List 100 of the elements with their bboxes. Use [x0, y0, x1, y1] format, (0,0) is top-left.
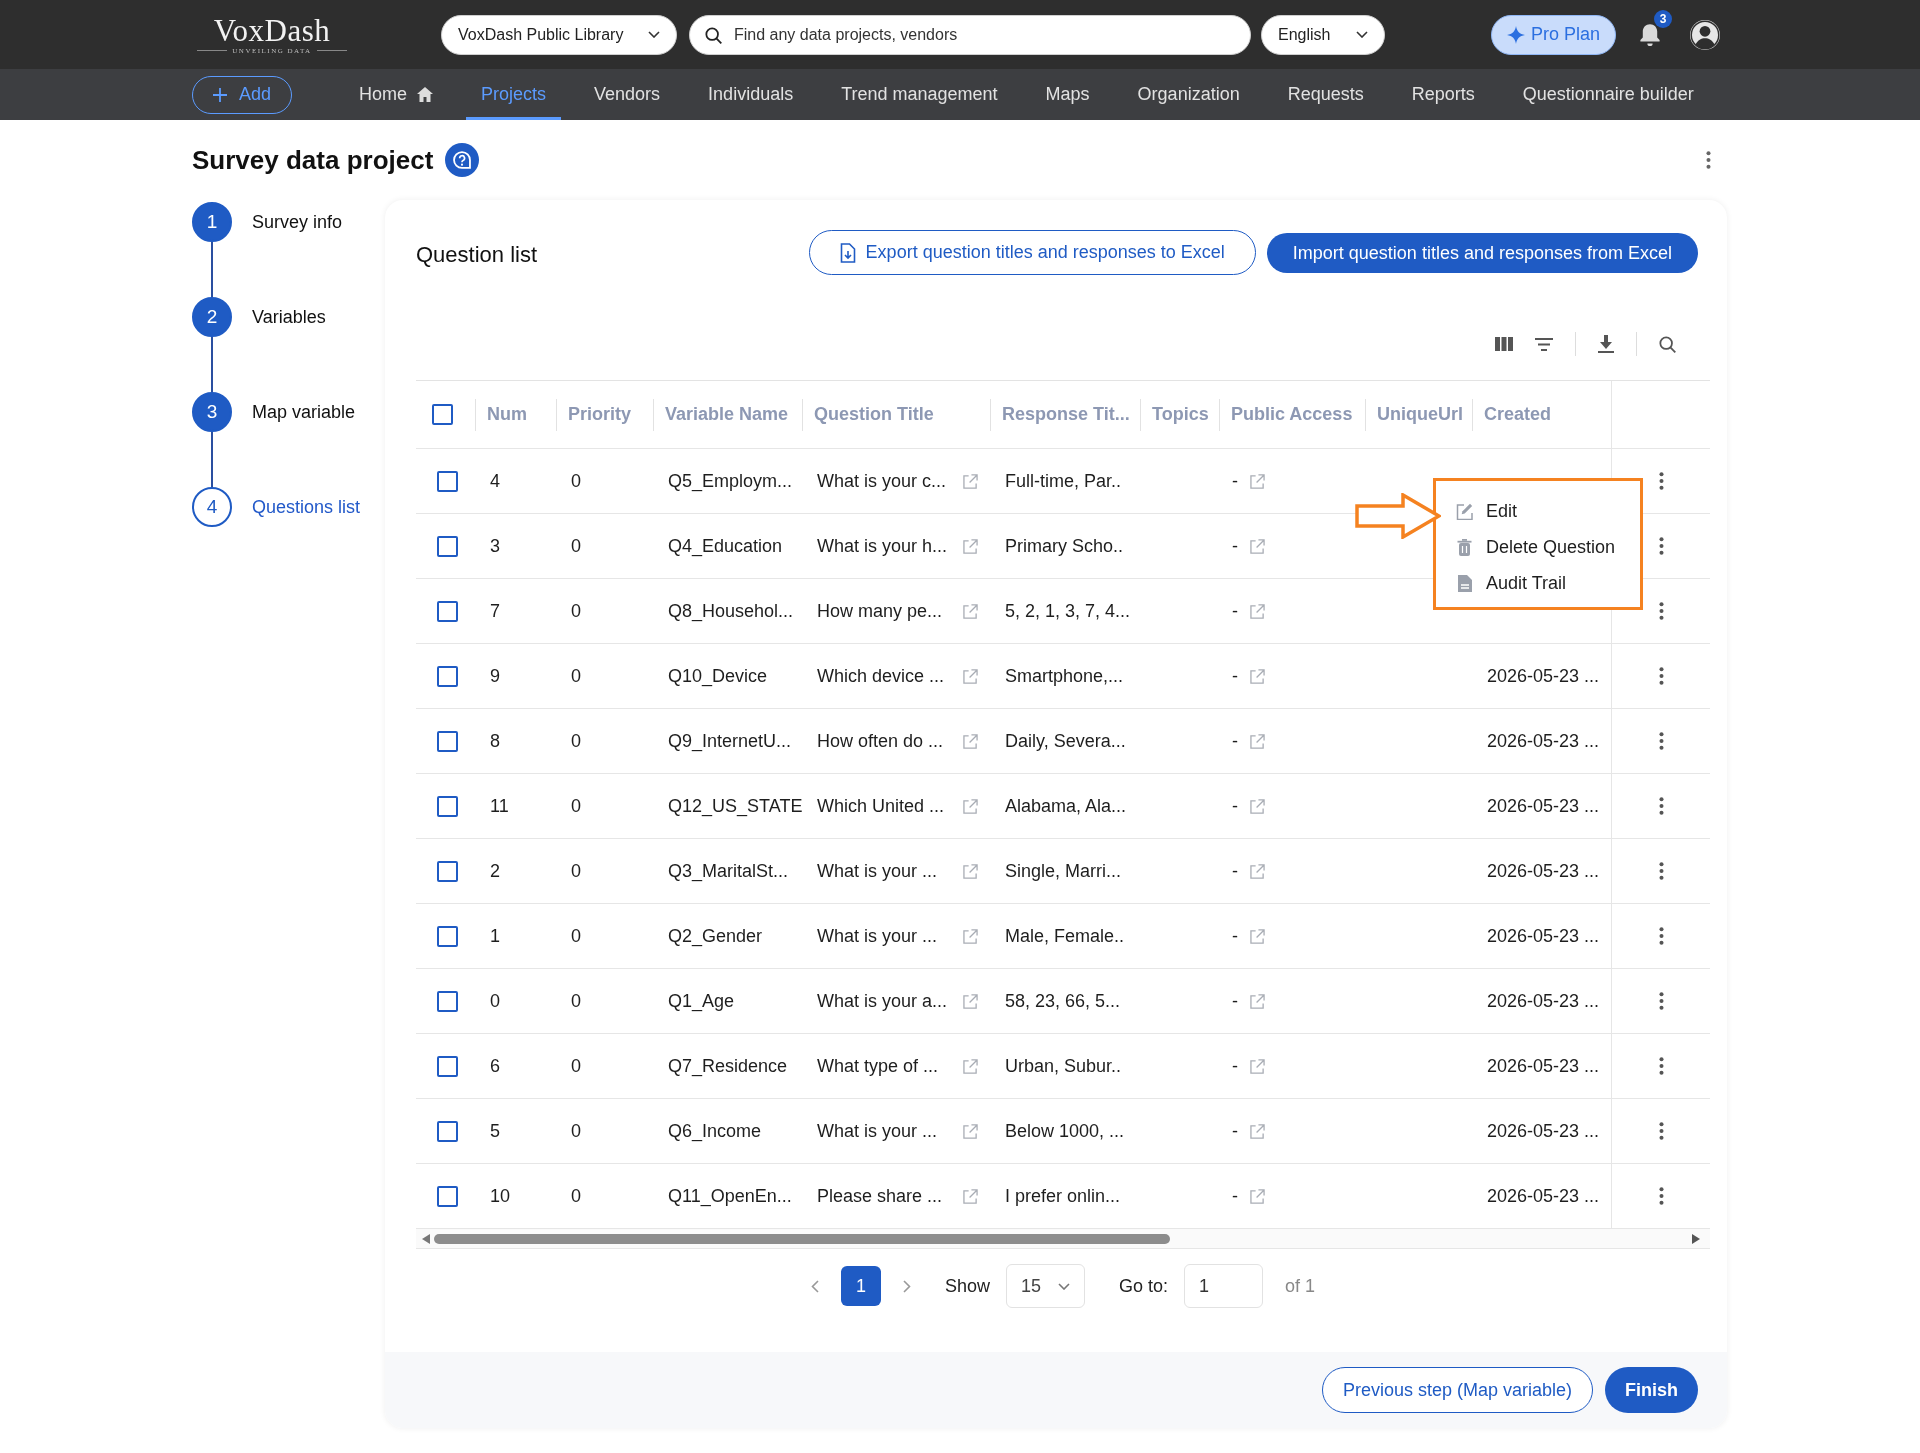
table-cell: Urban, Subur..	[1005, 1055, 1122, 1077]
nav-tab[interactable]: Home	[344, 69, 448, 120]
table-cell: 11	[490, 795, 509, 817]
export-button[interactable]: Export question titles and responses to Excel	[808, 230, 1256, 275]
import-button[interactable]: Import question titles and responses from Excel	[1266, 233, 1698, 273]
sparkle-icon	[1506, 25, 1525, 44]
table-cell: Q11_OpenEn...	[668, 1185, 792, 1207]
checkbox[interactable]	[437, 990, 458, 1012]
step-number[interactable]: 3	[192, 392, 232, 432]
row-actions-icon[interactable]	[1658, 1122, 1664, 1140]
checkbox[interactable]	[437, 470, 458, 492]
step-number[interactable]: 2	[192, 297, 232, 337]
checkbox[interactable]	[437, 665, 458, 687]
nav-tab[interactable]: Projects	[466, 69, 562, 120]
checkbox[interactable]	[437, 925, 458, 947]
nav-tab[interactable]: Individuals	[693, 69, 809, 120]
table-cell: 9	[490, 665, 500, 687]
row-actions-icon[interactable]	[1658, 732, 1664, 750]
step-number[interactable]: 1	[192, 202, 232, 242]
checkbox[interactable]	[437, 1120, 458, 1142]
table-cell: -	[1232, 665, 1238, 687]
table-cell: Male, Female..	[1005, 925, 1125, 947]
nav-tab[interactable]: Requests	[1272, 69, 1379, 120]
checkbox[interactable]	[437, 860, 458, 882]
menu-item[interactable]: Delete Question	[1456, 529, 1640, 565]
menu-item[interactable]: Edit	[1456, 493, 1640, 529]
table-cell: -	[1232, 860, 1238, 882]
row-actions-icon[interactable]	[1658, 1057, 1664, 1075]
library-select[interactable]: VoxDash Public Library	[441, 14, 677, 55]
checkbox[interactable]	[437, 730, 458, 752]
table-cell: Please share ...	[817, 1185, 943, 1207]
row-actions-icon[interactable]	[1658, 472, 1664, 490]
row-actions-icon[interactable]	[1658, 797, 1664, 815]
table-cell: -	[1232, 1120, 1238, 1142]
help-icon[interactable]	[445, 143, 480, 177]
table-cell: 2026-05-23 ...	[1487, 1120, 1600, 1142]
table-cell: 10	[490, 1185, 511, 1207]
checkbox[interactable]	[437, 535, 458, 557]
table-cell: -	[1232, 1185, 1238, 1207]
page-button[interactable]: 1	[840, 1266, 881, 1306]
horizontal-scrollbar[interactable]	[416, 1229, 1710, 1249]
next-page-icon[interactable]	[902, 1279, 911, 1293]
row-actions-icon[interactable]	[1658, 537, 1664, 555]
row-actions-icon[interactable]	[1658, 927, 1664, 945]
table-cell: 2026-05-23 ...	[1487, 665, 1600, 687]
nav-tab[interactable]: Questionnaire builder	[1507, 69, 1709, 120]
goto-field[interactable]: 1	[1184, 1264, 1263, 1308]
row-actions-icon[interactable]	[1658, 602, 1664, 620]
nav-tab[interactable]: Trend management	[826, 69, 1013, 120]
previous-step-button[interactable]: Previous step (Map variable)	[1321, 1367, 1593, 1413]
step-label[interactable]: Survey info	[252, 202, 343, 242]
row-actions-icon[interactable]	[1658, 862, 1664, 880]
table-cell: What is your ...	[817, 1120, 938, 1142]
table-cell: Primary Scho..	[1005, 535, 1124, 557]
row-actions-icon[interactable]	[1658, 992, 1664, 1010]
table-cell: 58, 23, 66, 5...	[1005, 990, 1121, 1012]
previous-page-icon[interactable]	[810, 1279, 819, 1293]
more-options-icon[interactable]	[1706, 151, 1711, 169]
bell-icon[interactable]	[1638, 21, 1662, 48]
table-cell: 2026-05-23 ...	[1487, 925, 1600, 947]
search-field[interactable]: Find any data projects, vendors	[689, 14, 1251, 55]
table-cell: 0	[571, 925, 581, 947]
table-cell: 2026-05-23 ...	[1487, 795, 1600, 817]
table-cell: Alabama, Ala...	[1005, 795, 1127, 817]
language-select[interactable]: English	[1261, 14, 1385, 55]
scroll-left-icon[interactable]	[422, 1233, 430, 1244]
table-cell: 5	[490, 1120, 500, 1142]
checkbox[interactable]	[437, 795, 458, 817]
nav-tab[interactable]: Vendors	[579, 69, 676, 120]
checkbox[interactable]	[432, 404, 453, 425]
download-icon[interactable]	[1598, 335, 1614, 353]
filter-icon[interactable]	[1535, 337, 1553, 351]
scroll-right-icon[interactable]	[1692, 1233, 1700, 1244]
page-title: Survey data project	[192, 144, 434, 176]
row-actions-icon[interactable]	[1658, 667, 1664, 685]
step-number[interactable]: 4	[192, 487, 232, 527]
step-label[interactable]: Questions list	[252, 487, 361, 527]
finish-button[interactable]: Finish	[1605, 1367, 1698, 1413]
checkbox[interactable]	[437, 1055, 458, 1077]
columns-icon[interactable]	[1495, 337, 1513, 351]
table-cell: Q4_Education	[668, 535, 783, 557]
table-cell: How many pe...	[817, 600, 943, 622]
table-cell: -	[1232, 600, 1238, 622]
menu-item[interactable]: Audit Trail	[1456, 565, 1640, 601]
checkbox[interactable]	[437, 1185, 458, 1207]
nav-tab[interactable]: Maps	[1030, 69, 1105, 120]
nav-tab[interactable]: Reports	[1396, 69, 1490, 120]
pro-plan-button[interactable]: Pro Plan	[1491, 14, 1616, 55]
search-icon[interactable]	[1659, 335, 1676, 353]
checkbox[interactable]	[437, 600, 458, 622]
step-label[interactable]: Map variable	[252, 392, 356, 432]
step-label[interactable]: Variables	[252, 297, 326, 337]
notification-badge: 3	[1654, 9, 1672, 28]
chevron-down-icon	[1058, 1282, 1070, 1290]
scroll-thumb[interactable]	[434, 1233, 1170, 1244]
avatar-icon[interactable]	[1690, 19, 1720, 50]
page-size-select[interactable]: 15	[1006, 1264, 1085, 1308]
table-cell: Q12_US_STATE	[668, 795, 803, 817]
nav-tab[interactable]: Organization	[1122, 69, 1255, 120]
row-actions-icon[interactable]	[1658, 1187, 1664, 1205]
